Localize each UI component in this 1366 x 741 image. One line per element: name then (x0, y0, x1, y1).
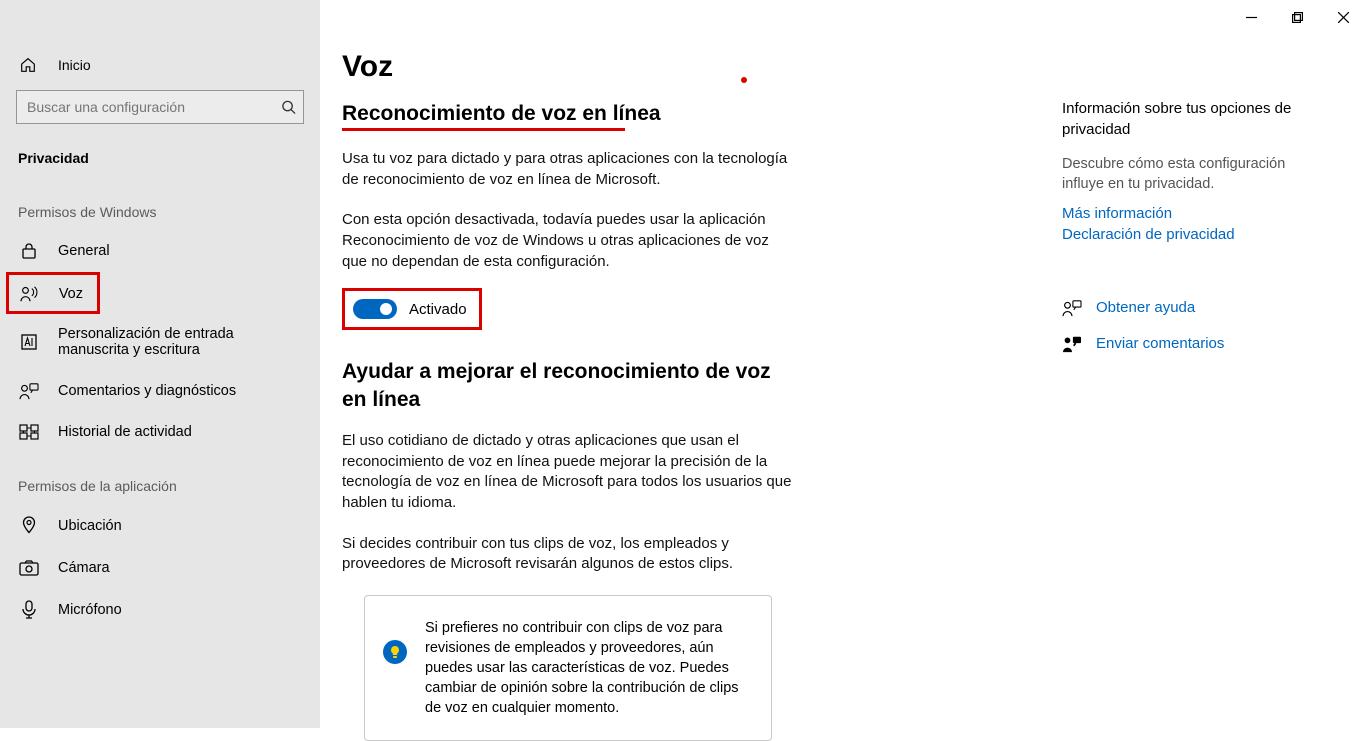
lightbulb-icon (383, 640, 407, 664)
link-privacy-statement[interactable]: Declaración de privacidad (1062, 226, 1318, 243)
get-help[interactable]: Obtener ayuda (1062, 299, 1318, 317)
sidebar-item-label: Ubicación (58, 518, 122, 534)
help-icon (1062, 299, 1082, 317)
search-wrap (16, 90, 304, 124)
sidebar-heading: Privacidad (0, 134, 320, 178)
info-card: Si prefieres no contribuir con clips de … (364, 595, 772, 741)
feedback-icon (18, 382, 40, 400)
para-recognition-desc: Usa tu voz para dictado y para otras apl… (342, 149, 792, 190)
get-help-label: Obtener ayuda (1096, 299, 1195, 316)
section-improve-recognition: Ayudar a mejorar el reconocimiento de vo… (342, 358, 782, 413)
home-nav[interactable]: Inicio (0, 46, 320, 84)
sidebar-item-feedback[interactable]: Comentarios y diagnósticos (0, 370, 320, 412)
group-app-perms: Permisos de la aplicación (0, 452, 320, 504)
sidebar-item-inking[interactable]: Personalización de entrada manuscrita y … (0, 314, 320, 370)
send-feedback[interactable]: Enviar comentarios (1062, 335, 1318, 353)
para-recognition-note: Con esta opción desactivada, todavía pue… (342, 210, 792, 272)
voice-icon (19, 285, 41, 303)
main: Voz Reconocimiento de voz en línea Usa t… (320, 0, 1366, 728)
para-contribute-note: Si decides contribuir con tus clips de v… (342, 534, 792, 575)
sidebar-item-label: Cámara (58, 560, 110, 576)
sidebar-item-history[interactable]: Historial de actividad (0, 412, 320, 452)
sidebar-item-general[interactable]: General (0, 230, 320, 272)
para-improve-desc: El uso cotidiano de dictado y otras apli… (342, 431, 792, 514)
microphone-icon (18, 600, 40, 620)
feedback-send-icon (1062, 335, 1082, 353)
camera-icon (18, 560, 40, 576)
annotation-underline (342, 128, 625, 131)
aside: Información sobre tus opciones de privac… (1062, 46, 1342, 728)
activity-history-icon (18, 424, 40, 440)
info-text: Si prefieres no contribuir con clips de … (425, 618, 749, 718)
link-more-info[interactable]: Más información (1062, 205, 1318, 222)
aside-sub: Descubre cómo esta configuración influye… (1062, 154, 1318, 195)
sidebar-item-location[interactable]: Ubicación (0, 504, 320, 548)
sidebar-item-label: Historial de actividad (58, 424, 192, 440)
send-feedback-label: Enviar comentarios (1096, 335, 1224, 352)
sidebar-item-label: Comentarios y diagnósticos (58, 383, 236, 399)
sidebar-item-camera[interactable]: Cámara (0, 548, 320, 588)
annotation-box: Activado (342, 288, 482, 330)
online-recognition-toggle[interactable] (353, 299, 397, 319)
toggle-knob (380, 303, 392, 315)
group-windows-perms: Permisos de Windows (0, 178, 320, 230)
sidebar-item-label: General (58, 243, 110, 259)
sidebar-item-microphone[interactable]: Micrófono (0, 588, 320, 632)
toggle-state-label: Activado (409, 301, 467, 318)
dictionary-icon (18, 333, 40, 351)
lock-icon (18, 242, 40, 260)
section-online-recognition: Reconocimiento de voz en línea (342, 102, 661, 126)
sidebar-item-voz[interactable]: Voz (6, 272, 100, 314)
page-title: Voz (342, 46, 1062, 102)
sidebar-item-label: Voz (59, 286, 83, 302)
location-icon (18, 516, 40, 536)
aside-heading: Información sobre tus opciones de privac… (1062, 98, 1318, 140)
sidebar: Inicio Privacidad Permisos de Windows Ge… (0, 0, 320, 728)
sidebar-item-label: Micrófono (58, 602, 122, 618)
home-icon (18, 56, 38, 74)
home-label: Inicio (58, 57, 91, 73)
search-input[interactable] (16, 90, 304, 124)
annotation-dot (741, 77, 747, 83)
sidebar-item-label: Personalización de entrada manuscrita y … (58, 326, 298, 358)
